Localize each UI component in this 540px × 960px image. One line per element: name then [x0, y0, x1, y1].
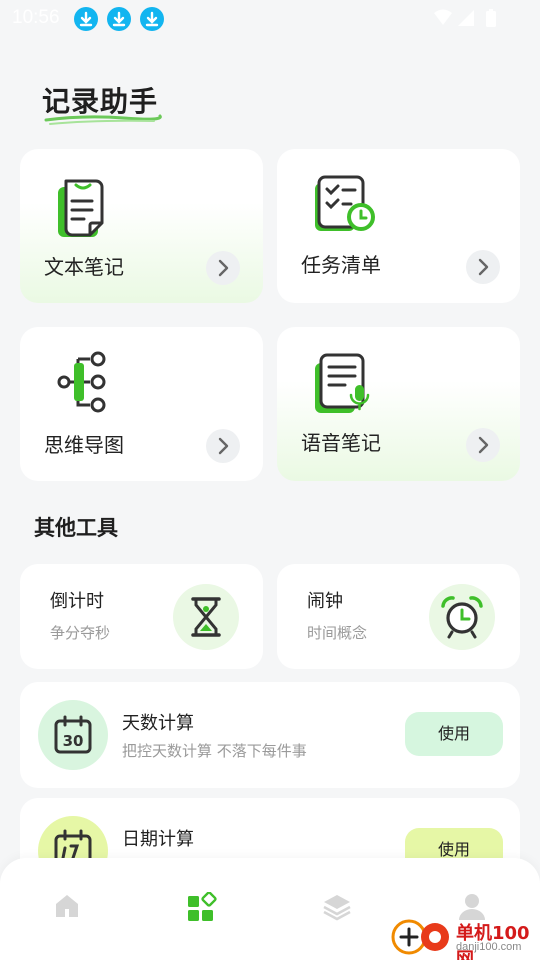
nav-home[interactable]	[53, 892, 81, 924]
chevron-right-icon[interactable]	[206, 251, 240, 285]
use-button[interactable]: 使用	[405, 712, 503, 756]
layers-icon	[323, 895, 351, 921]
home-icon	[56, 895, 78, 917]
apps-icon	[188, 891, 217, 921]
tool-alarm[interactable]: 闹钟 时间概念	[277, 564, 520, 669]
svg-text:30: 30	[63, 732, 84, 750]
tool-subtitle: 争分夺秒	[50, 624, 111, 642]
card-voice-note[interactable]: 语音笔记	[277, 327, 520, 481]
tool-title: 日期计算	[122, 829, 194, 850]
card-label: 文本笔记	[44, 255, 124, 279]
checklist-icon	[315, 175, 375, 231]
card-label: 任务清单	[301, 253, 381, 277]
system-icons	[432, 8, 502, 32]
watermark-url: danji100.com	[456, 941, 522, 953]
user-icon	[459, 894, 485, 920]
watermark-text: 单机100网	[456, 923, 530, 960]
status-bar: 10:56	[0, 0, 540, 36]
tool-icon-bg: 30	[38, 700, 108, 770]
tool-days-calc[interactable]: 30 天数计算 把控天数计算 不落下每件事 使用	[20, 682, 520, 788]
wifi-icon	[434, 9, 452, 25]
tool-title: 倒计时	[50, 591, 104, 612]
chevron-right-icon[interactable]	[206, 429, 240, 463]
card-label: 语音笔记	[301, 431, 381, 455]
signal-icon	[458, 10, 474, 26]
alarm-clock-icon	[441, 596, 483, 639]
chevron-right-icon[interactable]	[466, 250, 500, 284]
card-label: 思维导图	[44, 433, 124, 457]
tool-subtitle: 时间概念	[307, 624, 368, 642]
status-time: 10:56	[12, 7, 60, 28]
voice-note-icon	[315, 353, 370, 413]
calendar-30-icon: 30	[54, 715, 92, 754]
chevron-right-icon[interactable]	[466, 428, 500, 462]
watermark-logo-icon	[391, 919, 449, 955]
card-mind-map[interactable]: 思维导图	[20, 327, 263, 481]
nav-layers[interactable]	[322, 892, 352, 926]
tool-subtitle: 把控天数计算 不落下每件事	[122, 742, 307, 760]
hourglass-icon	[191, 597, 221, 637]
card-text-note[interactable]: 文本笔记	[20, 149, 263, 303]
tool-title: 天数计算	[122, 713, 194, 734]
battery-icon	[486, 9, 496, 27]
section-title: 其他工具	[34, 516, 118, 540]
nav-tools[interactable]	[187, 891, 217, 926]
note-icon	[58, 179, 104, 237]
download-icon	[74, 7, 98, 31]
mindmap-icon	[57, 351, 106, 413]
tool-icon-bg	[429, 584, 495, 650]
download-icon	[140, 7, 164, 31]
download-icon	[107, 7, 131, 31]
tool-icon-bg	[173, 584, 239, 650]
card-task-list[interactable]: 任务清单	[277, 149, 520, 303]
tool-countdown[interactable]: 倒计时 争分夺秒	[20, 564, 263, 669]
title-underline	[44, 114, 162, 125]
tool-title: 闹钟	[307, 591, 343, 612]
